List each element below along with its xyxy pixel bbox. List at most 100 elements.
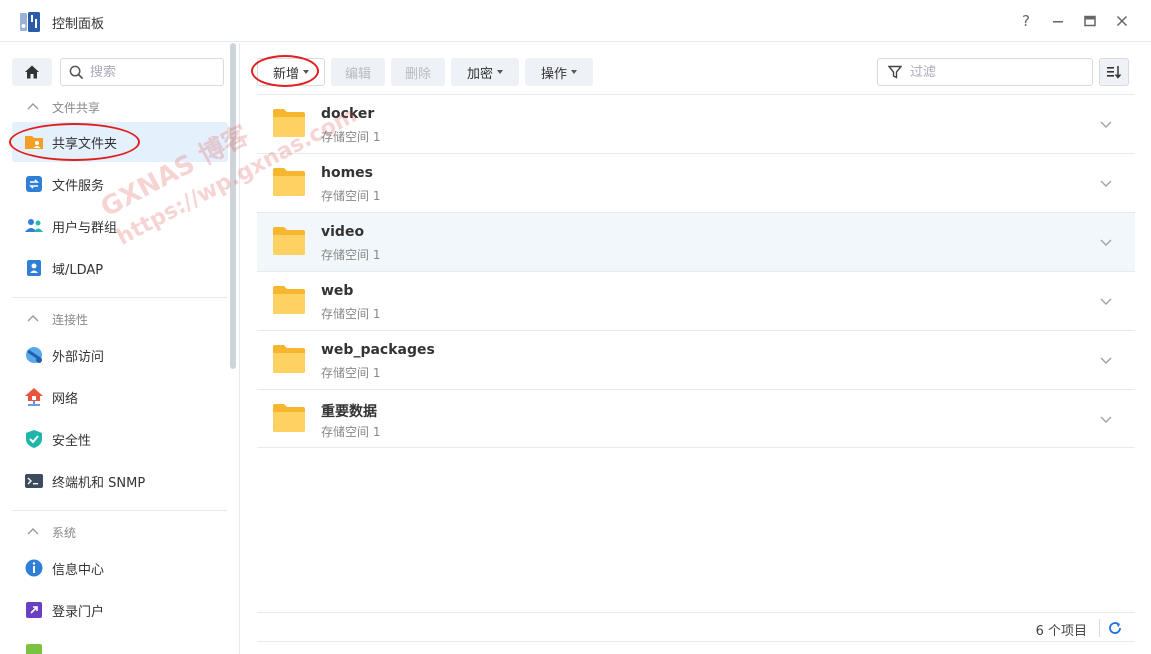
chevron-up-icon (27, 528, 39, 535)
minimize-button[interactable] (1047, 10, 1069, 32)
folder-icon (273, 404, 305, 432)
folder-name: docker (321, 106, 375, 122)
edit-button[interactable]: 编辑 (331, 58, 385, 86)
section-label: 连接性 (52, 312, 89, 327)
search-input[interactable] (90, 64, 210, 80)
sidebar-item-label: 用户与群组 (52, 220, 118, 236)
chevron-up-icon (27, 315, 39, 322)
sidebar-item-external-access[interactable]: 外部访问 (12, 335, 228, 375)
folder-name: web (321, 283, 354, 299)
action-button[interactable]: 操作 (525, 58, 593, 86)
folder-volume: 存储空间 1 (321, 189, 381, 203)
home-icon (25, 65, 39, 79)
sidebar-search[interactable] (60, 58, 224, 86)
search-icon (69, 65, 84, 79)
new-button-label: 新增 (272, 66, 299, 82)
folder-row[interactable]: video 存储空间 1 (257, 212, 1135, 271)
domain-ldap-icon (24, 258, 44, 278)
encrypt-button[interactable]: 加密 (451, 58, 519, 86)
shared-folder-icon (24, 132, 44, 152)
caret-down-icon (303, 70, 309, 74)
sidebar-divider (12, 510, 227, 511)
sidebar-item-terminal-snmp[interactable]: 终端机和 SNMP (12, 461, 228, 501)
control-panel-logo-icon (20, 12, 40, 32)
folder-name: web_packages (321, 342, 435, 358)
sort-button[interactable] (1099, 58, 1129, 86)
folder-icon (273, 286, 305, 314)
encrypt-button-label: 加密 (466, 66, 493, 82)
folder-volume: 存储空间 1 (321, 366, 381, 380)
folder-row[interactable]: web 存储空间 1 (257, 271, 1135, 330)
sidebar-item-label: 网络 (52, 391, 79, 407)
filter-icon (888, 65, 902, 79)
sidebar-item-domain-ldap[interactable]: 域/LDAP (12, 248, 228, 288)
chevron-down-icon[interactable] (1099, 117, 1113, 131)
sidebar-item-label: 共享文件夹 (52, 136, 118, 152)
folder-volume: 存储空间 1 (321, 130, 381, 144)
sidebar-item-label: 终端机和 SNMP (52, 475, 146, 491)
folder-row[interactable]: web_packages 存储空间 1 (257, 330, 1135, 389)
sidebar-item-label: 信息中心 (52, 562, 105, 578)
chevron-down-icon[interactable] (1099, 353, 1113, 367)
close-button[interactable] (1111, 10, 1133, 32)
title-bar: 控制面板 ? (0, 0, 1151, 42)
file-services-icon (24, 174, 44, 194)
folder-volume: 存储空间 1 (321, 307, 381, 321)
chevron-down-icon[interactable] (1099, 412, 1113, 426)
partial-app-icon (24, 642, 44, 654)
list-footer: 6 个项目 (257, 612, 1135, 642)
folder-row[interactable]: homes 存储空间 1 (257, 153, 1135, 212)
chevron-down-icon[interactable] (1099, 235, 1113, 249)
filter-input[interactable] (910, 64, 1080, 80)
shared-folder-list: docker 存储空间 1 homes 存储空间 1 video 存储空间 1 web 存储空… (257, 94, 1135, 448)
minimize-icon (1053, 21, 1063, 23)
sidebar-item-shared-folder[interactable]: 共享文件夹 (12, 122, 228, 162)
sidebar-item-network[interactable]: 网络 (12, 377, 228, 417)
sort-icon (1107, 66, 1122, 79)
folder-icon (273, 227, 305, 255)
section-system[interactable]: 系统 (12, 520, 227, 544)
sidebar-item-file-services[interactable]: 文件服务 (12, 164, 228, 204)
maximize-button[interactable] (1079, 10, 1101, 32)
folder-row[interactable]: 重要数据存储空间 1 (257, 389, 1135, 448)
delete-button[interactable]: 删除 (391, 58, 445, 86)
folder-row[interactable]: docker 存储空间 1 (257, 94, 1135, 153)
folder-icon (273, 168, 305, 196)
sidebar-item-partial[interactable] (12, 632, 228, 654)
sidebar-item-label: 外部访问 (52, 349, 105, 365)
refresh-icon[interactable] (1107, 620, 1123, 636)
sidebar-item-info-center[interactable]: 信息中心 (12, 548, 228, 588)
sidebar-item-label: 域/LDAP (52, 262, 104, 278)
sidebar-item-login-portal[interactable]: 登录门户 (12, 590, 228, 630)
folder-name: 重要数据 (321, 404, 377, 420)
chevron-down-icon[interactable] (1099, 176, 1113, 190)
sidebar-item-users-groups[interactable]: 用户与群组 (12, 206, 228, 246)
sidebar-divider (12, 297, 227, 298)
new-button[interactable]: 新增 (257, 58, 325, 86)
home-button[interactable] (12, 58, 52, 86)
folder-volume: 存储空间 1 (321, 248, 381, 262)
window-title: 控制面板 (52, 17, 105, 32)
section-connectivity[interactable]: 连接性 (12, 307, 227, 331)
caret-down-icon (571, 70, 577, 74)
folder-icon (273, 109, 305, 137)
footer-separator (1099, 619, 1100, 637)
sidebar-scrollbar[interactable] (230, 43, 236, 369)
section-file-sharing[interactable]: 文件共享 (12, 95, 227, 119)
chevron-up-icon (27, 103, 39, 110)
network-icon (24, 387, 44, 407)
users-groups-icon (24, 216, 44, 236)
security-shield-icon (24, 429, 44, 449)
external-access-icon (24, 345, 44, 365)
info-center-icon (24, 558, 44, 578)
help-button[interactable]: ? (1015, 10, 1037, 32)
folder-icon (273, 345, 305, 373)
filter-box[interactable] (877, 58, 1093, 86)
section-label: 系统 (52, 525, 77, 540)
sidebar-item-security[interactable]: 安全性 (12, 419, 228, 459)
login-portal-icon (24, 600, 44, 620)
maximize-icon (1084, 15, 1096, 27)
chevron-down-icon[interactable] (1099, 294, 1113, 308)
folder-volume: 存储空间 1 (321, 425, 381, 439)
close-icon (1116, 15, 1128, 27)
